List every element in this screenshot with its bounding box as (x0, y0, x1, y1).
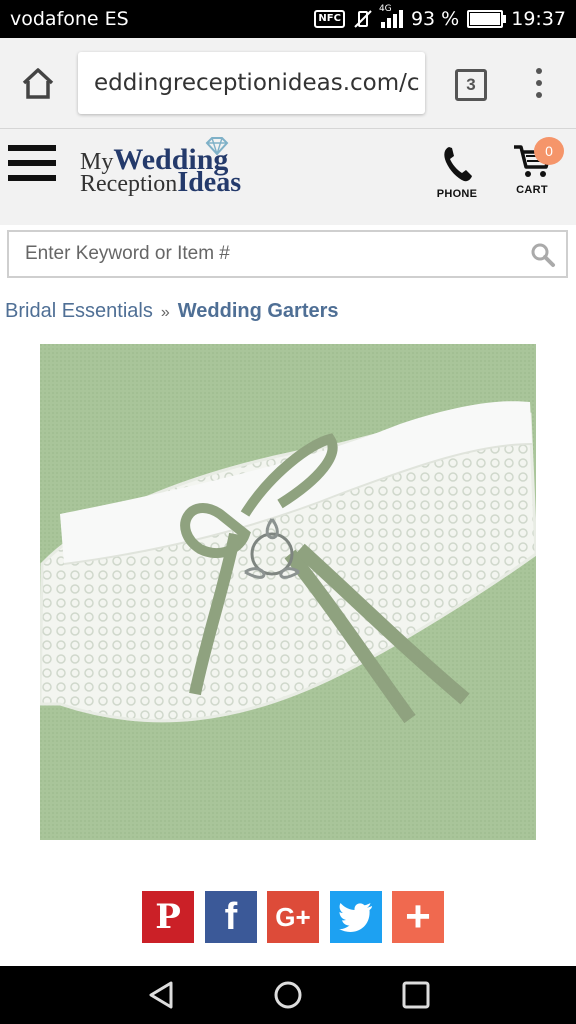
breadcrumb-separator: » (160, 304, 170, 321)
home-circle-icon[interactable] (273, 980, 303, 1010)
breadcrumb: Bridal Essentials » Wedding Garters (5, 300, 339, 323)
vibrate-off-icon (354, 10, 372, 28)
search-input[interactable] (23, 242, 507, 266)
breadcrumb-current-link[interactable]: Wedding Garters (178, 300, 339, 322)
recents-icon[interactable] (401, 980, 431, 1010)
home-icon (22, 68, 54, 99)
home-button[interactable] (18, 65, 58, 101)
pinterest-share-button[interactable]: P (142, 891, 194, 943)
tab-switcher-button[interactable]: 3 (455, 69, 487, 101)
more-share-button[interactable]: + (392, 891, 444, 943)
system-navigation-bar (0, 966, 576, 1024)
breadcrumb-parent-link[interactable]: Bridal Essentials (5, 300, 153, 322)
url-bar[interactable]: eddingreceptionideas.com/c (78, 52, 425, 114)
url-text: eddingreceptionideas.com/c (94, 70, 420, 96)
status-bar: vodafone ES NFC 4G 93 % 19:37 (0, 0, 576, 38)
site-header: MyWedding ReceptionIdeas PHONE CART (0, 129, 576, 225)
product-image[interactable] (40, 344, 536, 840)
nfc-icon: NFC (314, 10, 345, 28)
browser-menu-button[interactable] (530, 68, 548, 98)
twitter-share-button[interactable] (330, 891, 382, 943)
phone-button[interactable]: PHONE (434, 145, 480, 200)
phone-label: PHONE (436, 188, 478, 200)
signal-icon: 4G (379, 4, 403, 28)
logo-ideas: Ideas (177, 167, 242, 198)
facebook-icon: f (224, 896, 238, 938)
cart-count-badge: 0 (534, 137, 564, 165)
battery-icon (467, 10, 507, 28)
facebook-share-button[interactable]: f (205, 891, 257, 943)
googleplus-icon: G+ (275, 902, 311, 932)
googleplus-share-button[interactable]: G+ (267, 891, 319, 943)
back-icon[interactable] (146, 980, 176, 1010)
browser-toolbar: eddingreceptionideas.com/c 3 (0, 38, 576, 129)
logo-reception: Reception (80, 171, 178, 197)
search-bar (7, 230, 568, 278)
pinterest-icon: P (155, 897, 181, 937)
cart-label: CART (516, 184, 548, 196)
garter-photo (40, 344, 536, 840)
phone-icon (444, 147, 472, 182)
network-type: 4G (378, 4, 392, 14)
more-vert-icon (536, 68, 542, 74)
plus-icon: + (405, 892, 431, 941)
battery-percent: 93 % (410, 8, 460, 30)
search-icon[interactable] (530, 242, 556, 268)
twitter-icon (330, 891, 382, 943)
clock: 19:37 (511, 8, 566, 30)
site-logo[interactable]: MyWedding ReceptionIdeas (80, 137, 310, 198)
carrier-name: vodafone ES (10, 8, 129, 30)
hamburger-menu-button[interactable] (8, 145, 56, 185)
